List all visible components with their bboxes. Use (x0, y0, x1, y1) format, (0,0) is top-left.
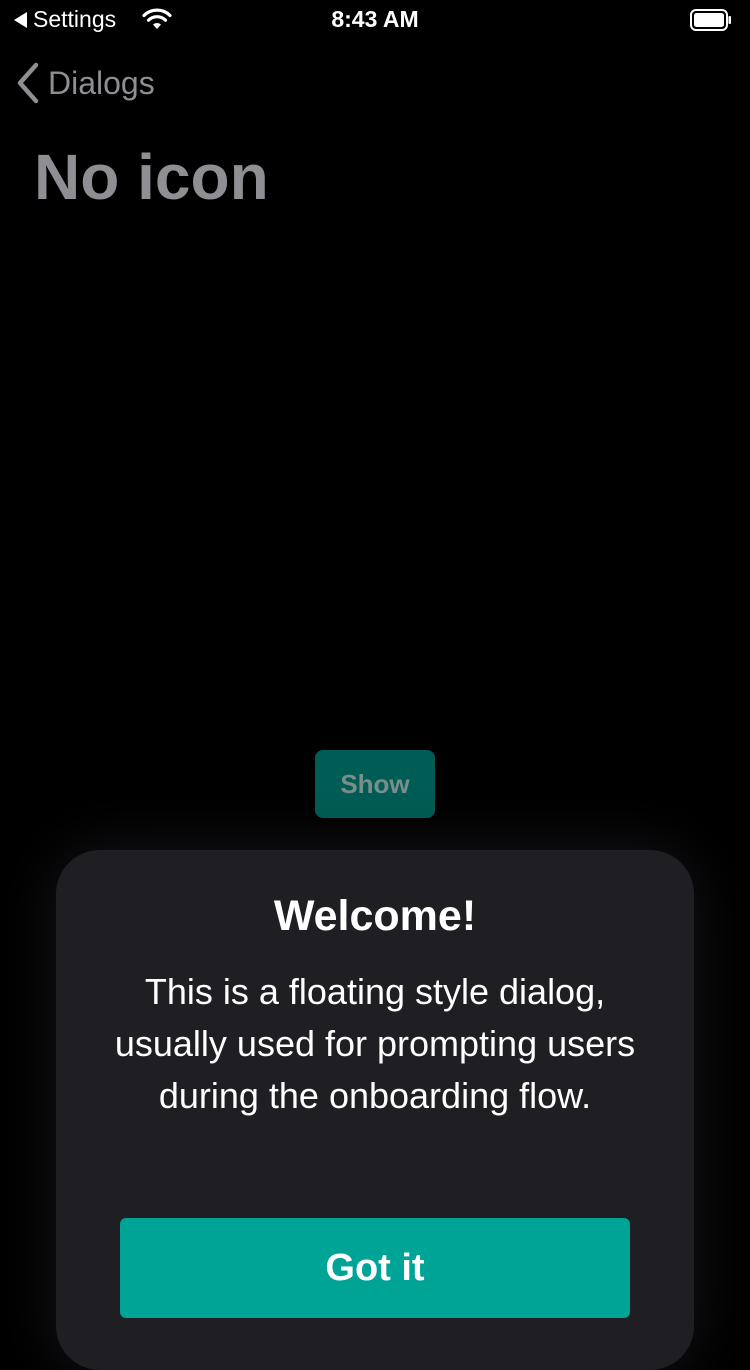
got-it-button[interactable]: Got it (120, 1218, 630, 1318)
nav-back-label: Dialogs (48, 64, 155, 101)
battery-icon (690, 9, 731, 31)
nav-back-button[interactable]: Dialogs (16, 62, 155, 104)
status-time: 8:43 AM (331, 6, 419, 32)
chevron-left-icon (17, 62, 39, 104)
status-bar: Settings 8:43 AM (0, 0, 750, 40)
dialog-title: Welcome! (273, 892, 477, 940)
dialog-message: This is a floating style dialog, usually… (114, 971, 636, 1116)
show-dialog-button[interactable]: Show (315, 750, 435, 818)
page-title: No icon (34, 141, 269, 213)
